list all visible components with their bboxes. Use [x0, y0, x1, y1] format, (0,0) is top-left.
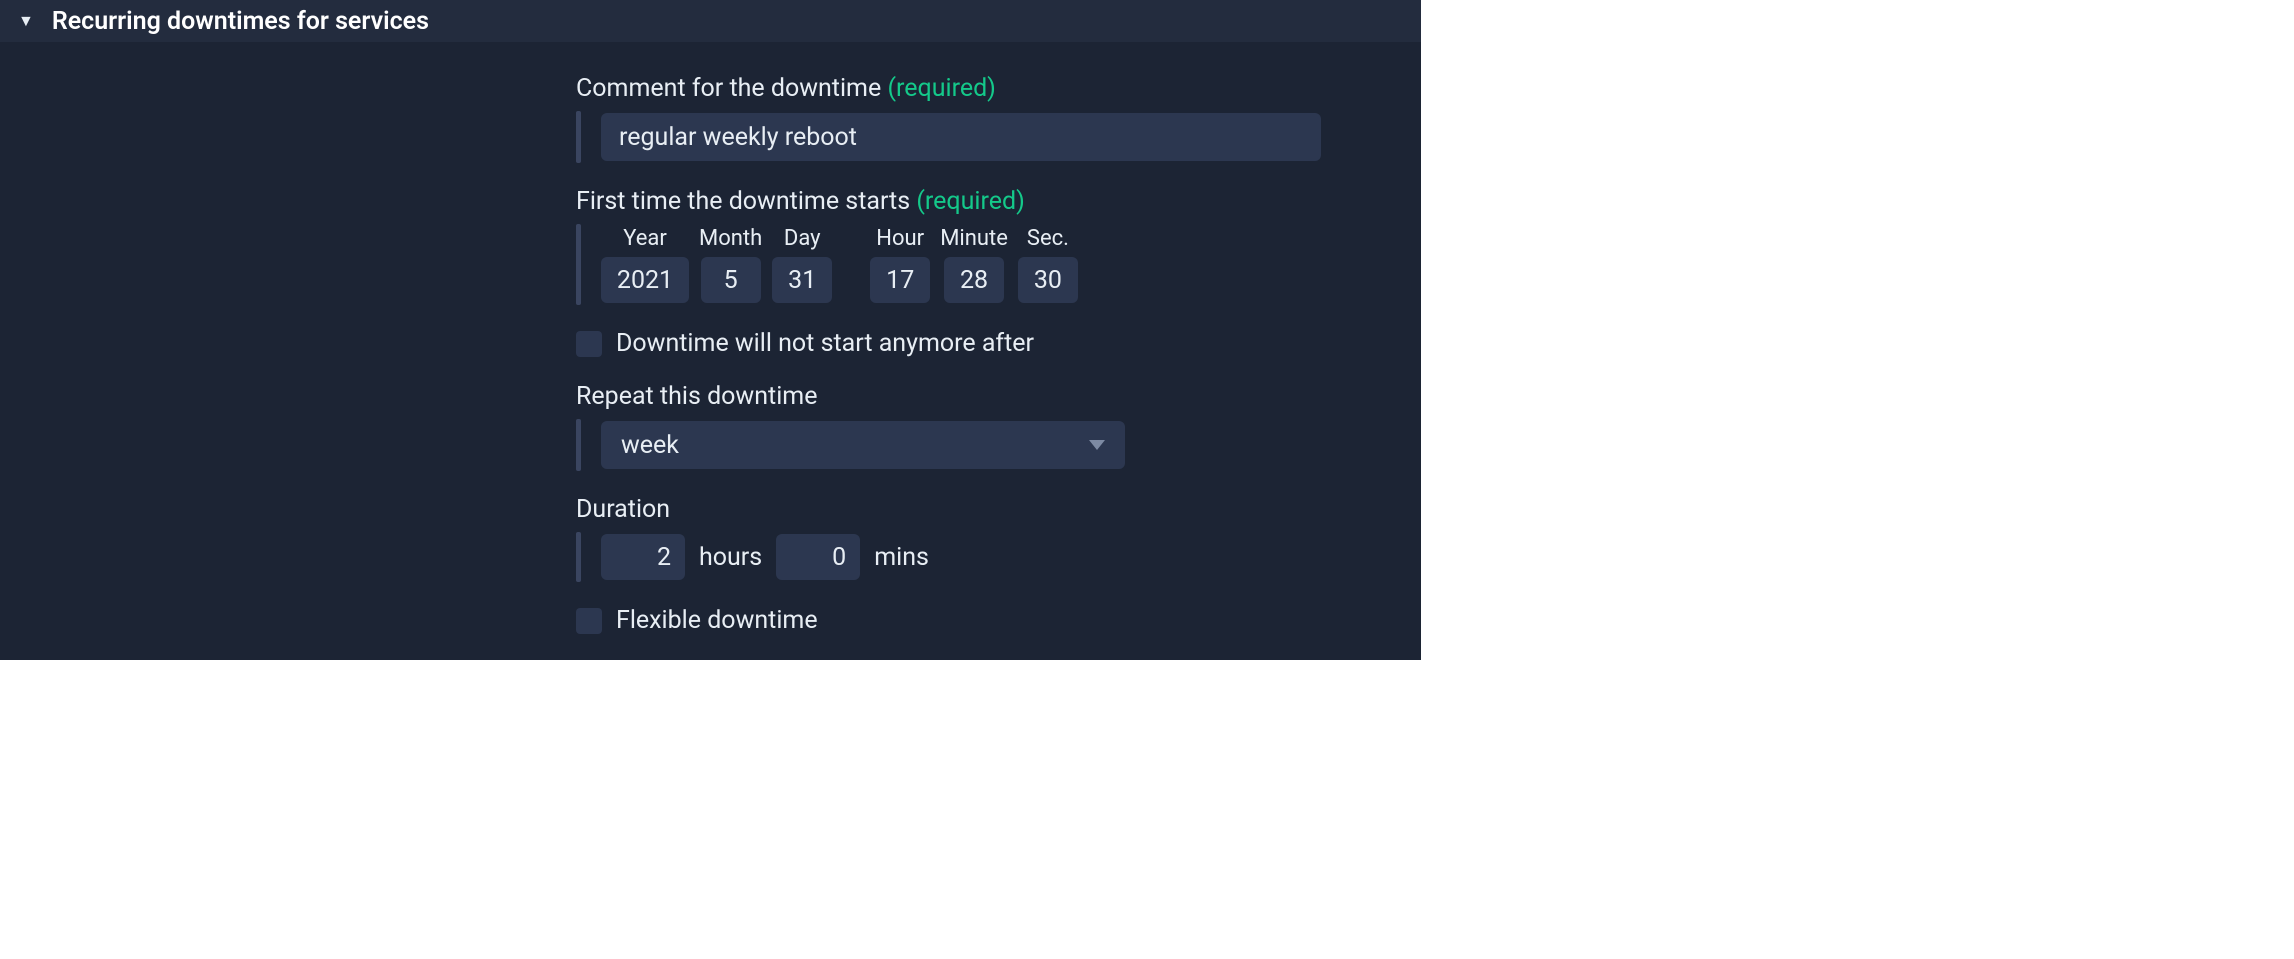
mins-unit-label: mins: [874, 543, 929, 572]
end-after-label: Downtime will not start anymore after: [616, 329, 1034, 358]
repeat-select-value: week: [621, 431, 679, 460]
sec-col-label: Sec.: [1027, 226, 1069, 251]
comment-label: Comment for the downtime (required): [576, 74, 1421, 103]
recurring-downtimes-panel: ▼ Recurring downtimes for services Comme…: [0, 0, 1421, 660]
field-indent-bar: [576, 224, 581, 305]
minute-col-label: Minute: [940, 226, 1008, 251]
hours-unit-label: hours: [699, 543, 762, 572]
panel-title: Recurring downtimes for services: [52, 7, 429, 36]
comment-required-mark: (required): [887, 74, 995, 103]
month-col-label: Month: [699, 226, 762, 251]
flexible-checkbox[interactable]: [576, 608, 602, 634]
day-input[interactable]: 31: [772, 257, 832, 303]
repeat-select[interactable]: week: [601, 421, 1125, 469]
hour-col-label: Hour: [876, 226, 924, 251]
year-input[interactable]: 2021: [601, 257, 689, 303]
panel-header: ▼ Recurring downtimes for services: [0, 0, 1421, 42]
comment-field: Comment for the downtime (required): [576, 74, 1421, 163]
flexible-label: Flexible downtime: [616, 606, 818, 635]
field-indent-bar: [576, 419, 581, 471]
first-start-field: First time the downtime starts (required…: [576, 187, 1421, 305]
month-input[interactable]: 5: [701, 257, 761, 303]
year-col-label: Year: [623, 226, 667, 251]
sec-input[interactable]: 30: [1018, 257, 1078, 303]
panel-body: Comment for the downtime (required) Firs…: [0, 42, 1421, 667]
hour-input[interactable]: 17: [870, 257, 930, 303]
first-start-required-mark: (required): [916, 187, 1024, 216]
duration-hours-input[interactable]: 2: [601, 534, 685, 580]
datetime-picker: Year 2021 Month 5 Day 31 Hour: [601, 226, 1421, 303]
repeat-field: Repeat this downtime week: [576, 382, 1421, 471]
comment-label-text: Comment for the downtime: [576, 74, 881, 103]
end-after-field: Downtime will not start anymore after: [576, 329, 1421, 358]
field-indent-bar: [576, 111, 581, 163]
first-start-label: First time the downtime starts (required…: [576, 187, 1421, 216]
first-start-label-text: First time the downtime starts: [576, 187, 910, 216]
field-indent-bar: [576, 532, 581, 582]
comment-input[interactable]: [601, 113, 1321, 161]
duration-mins-input[interactable]: 0: [776, 534, 860, 580]
minute-input[interactable]: 28: [944, 257, 1004, 303]
duration-label: Duration: [576, 495, 1421, 524]
repeat-label: Repeat this downtime: [576, 382, 1421, 411]
day-col-label: Day: [784, 226, 821, 251]
end-after-checkbox[interactable]: [576, 331, 602, 357]
duration-field: Duration 2 hours 0 mins: [576, 495, 1421, 582]
chevron-down-icon: [1089, 440, 1105, 450]
flexible-field: Flexible downtime: [576, 606, 1421, 635]
collapse-toggle-icon[interactable]: ▼: [18, 11, 34, 31]
